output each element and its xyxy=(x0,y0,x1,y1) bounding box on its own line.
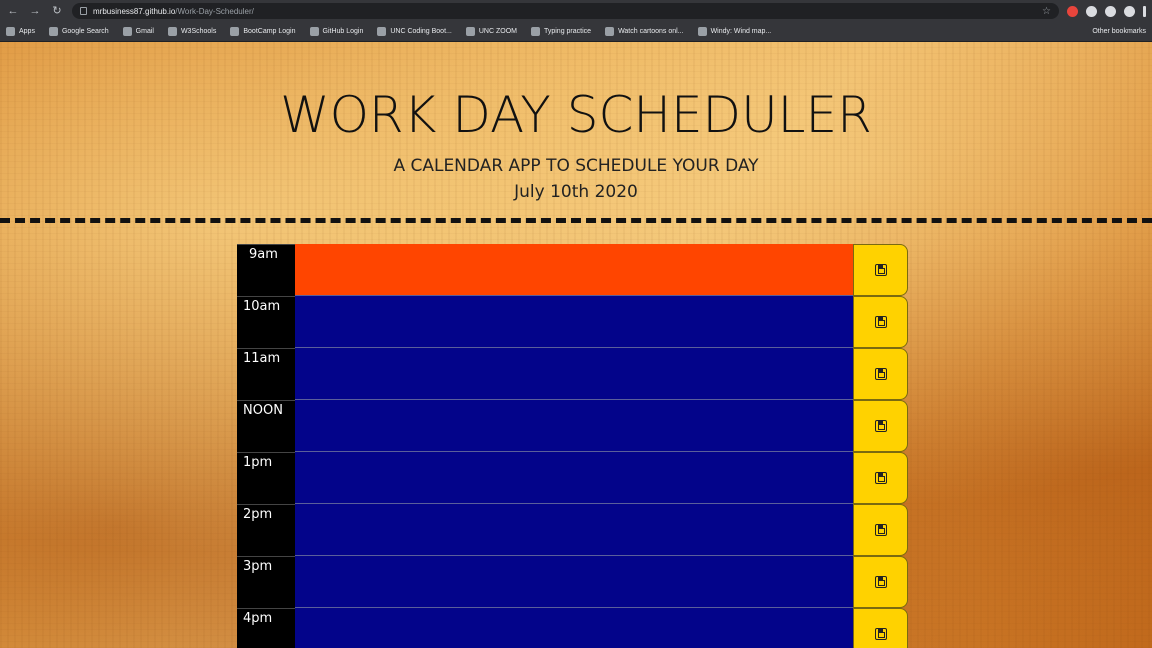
save-button[interactable] xyxy=(853,400,908,452)
bookmark-label: UNC ZOOM xyxy=(478,28,517,35)
menu-dots-icon[interactable] xyxy=(1143,5,1146,17)
bookmark-label: Google Search xyxy=(61,28,109,35)
page: WORK DAY SCHEDULER A CALENDAR APP TO SCH… xyxy=(0,42,1152,648)
save-button[interactable] xyxy=(853,452,908,504)
address-bar[interactable]: mrbusiness87.github.io/Work-Day-Schedule… xyxy=(72,3,1059,19)
save-button[interactable] xyxy=(853,348,908,400)
bookmark-favicon-icon xyxy=(465,27,475,36)
hour-label: 4pm xyxy=(237,608,295,648)
hour-label: 3pm xyxy=(237,556,295,608)
bookmark-item[interactable]: Watch cartoons onl... xyxy=(605,27,684,36)
hour-label: 1pm xyxy=(237,452,295,504)
bookmark-item[interactable]: W3Schools xyxy=(167,27,217,36)
hour-label: 10am xyxy=(237,296,295,348)
save-icon xyxy=(874,524,887,536)
save-button[interactable] xyxy=(853,296,908,348)
bookmarks-bar: Apps Google Search Gmail W3Schools BootCamp … xyxy=(0,22,1152,42)
bookmark-label: BootCamp Login xyxy=(243,28,296,35)
time-block: 2pm xyxy=(237,504,908,556)
save-icon xyxy=(874,576,887,588)
save-icon xyxy=(874,316,887,328)
header-divider xyxy=(0,218,1152,223)
bookmark-favicon-icon xyxy=(377,27,387,36)
bookmark-item[interactable]: BootCamp Login xyxy=(230,27,296,36)
bookmark-favicon-icon xyxy=(309,27,319,36)
bookmark-item[interactable]: Google Search xyxy=(48,27,109,36)
event-description-input[interactable] xyxy=(295,348,853,400)
bookmark-label: Apps xyxy=(19,28,35,35)
time-block: NOON xyxy=(237,400,908,452)
save-icon xyxy=(874,472,887,484)
event-description-input[interactable] xyxy=(295,556,853,608)
bookmark-item[interactable]: UNC ZOOM xyxy=(465,27,517,36)
time-block: 3pm xyxy=(237,556,908,608)
time-block: 4pm xyxy=(237,608,908,648)
time-block: 1pm xyxy=(237,452,908,504)
puzzle-icon[interactable] xyxy=(1105,5,1116,17)
time-block: 10am xyxy=(237,296,908,348)
bookmark-label: Watch cartoons onl... xyxy=(618,28,684,35)
extension-icon[interactable] xyxy=(1086,5,1097,17)
bookmark-item[interactable]: Gmail xyxy=(122,27,154,36)
reload-icon[interactable]: ↻ xyxy=(50,4,64,18)
url-text: mrbusiness87.github.io/Work-Day-Schedule… xyxy=(93,6,254,16)
back-icon[interactable]: ← xyxy=(6,4,20,18)
event-description-input[interactable] xyxy=(295,608,853,648)
forward-icon[interactable]: → xyxy=(28,4,42,18)
bookmark-label: Typing practice xyxy=(543,28,592,35)
save-button[interactable] xyxy=(853,608,908,648)
hour-label: 2pm xyxy=(237,504,295,556)
bookmark-favicon-icon xyxy=(48,27,58,36)
hour-label: 11am xyxy=(237,348,295,400)
bookmark-label: W3Schools xyxy=(180,28,217,35)
current-date: July 10th 2020 xyxy=(514,182,638,202)
other-bookmarks[interactable]: Other bookmarks xyxy=(1092,28,1146,35)
event-description-input[interactable] xyxy=(295,504,853,556)
bookmark-favicon-icon xyxy=(6,27,15,36)
bookmark-label: Windy: Wind map... xyxy=(710,28,772,35)
bookmark-favicon-icon xyxy=(167,27,177,36)
event-description-input[interactable] xyxy=(295,296,853,348)
hour-label: 9am xyxy=(237,244,295,296)
bookmark-item[interactable]: Apps xyxy=(6,27,35,36)
bookmark-favicon-icon xyxy=(605,27,615,36)
profile-avatar-icon[interactable] xyxy=(1124,5,1135,17)
bookmark-favicon-icon xyxy=(230,27,240,36)
bookmark-star-icon[interactable]: ☆ xyxy=(1042,6,1051,17)
save-button[interactable] xyxy=(853,556,908,608)
bookmark-item[interactable]: Typing practice xyxy=(530,27,592,36)
event-description-input[interactable] xyxy=(295,400,853,452)
hour-label: NOON xyxy=(237,400,295,452)
save-icon xyxy=(874,628,887,640)
extension-icon[interactable] xyxy=(1067,5,1078,17)
event-description-input[interactable] xyxy=(295,452,853,504)
bookmark-item[interactable]: UNC Coding Boot... xyxy=(377,27,452,36)
save-icon xyxy=(874,368,887,380)
extensions xyxy=(1067,5,1146,17)
bookmark-item[interactable]: GitHub Login xyxy=(309,27,364,36)
bookmark-favicon-icon xyxy=(530,27,540,36)
bookmark-favicon-icon xyxy=(122,27,132,36)
bookmark-item[interactable]: Windy: Wind map... xyxy=(697,27,772,36)
bookmark-label: Gmail xyxy=(135,28,154,35)
page-title: WORK DAY SCHEDULER xyxy=(280,86,872,144)
page-subtitle: A CALENDAR APP TO SCHEDULE YOUR DAY xyxy=(393,156,759,176)
time-block: 9am xyxy=(237,244,908,296)
event-description-input[interactable] xyxy=(295,244,853,296)
page-header: WORK DAY SCHEDULER A CALENDAR APP TO SCH… xyxy=(0,42,1152,220)
time-block: 11am xyxy=(237,348,908,400)
bookmark-label: UNC Coding Boot... xyxy=(390,28,452,35)
save-icon xyxy=(874,264,887,276)
save-button[interactable] xyxy=(853,244,908,296)
save-icon xyxy=(874,420,887,432)
browser-toolbar: ← → ↻ mrbusiness87.github.io/Work-Day-Sc… xyxy=(0,0,1152,22)
bookmark-label: GitHub Login xyxy=(322,28,364,35)
save-button[interactable] xyxy=(853,504,908,556)
lock-icon xyxy=(80,7,87,15)
bookmark-favicon-icon xyxy=(697,27,707,36)
schedule: 9am 10am 11am NOON 1pm 2pm 3pm 4pm xyxy=(237,244,908,648)
